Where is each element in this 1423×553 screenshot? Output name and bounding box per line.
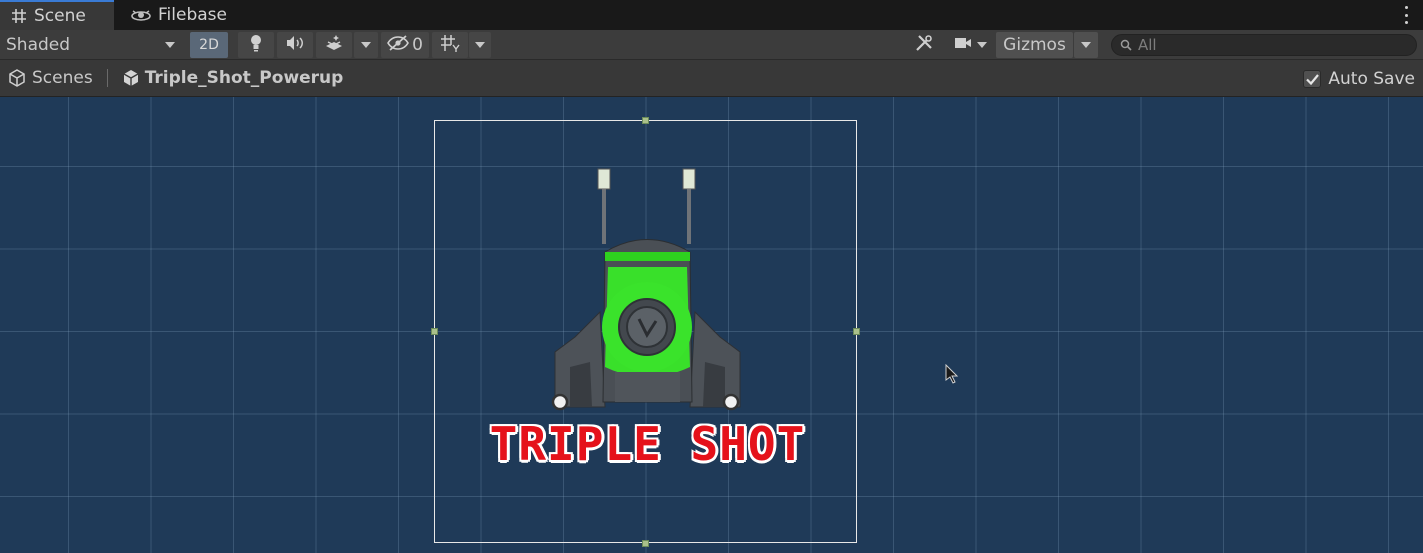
search-placeholder: All: [1138, 36, 1157, 54]
2d-mode-toggle[interactable]: 2D: [190, 32, 228, 58]
mouse-cursor-icon: [945, 364, 959, 384]
rect-handle-right[interactable]: [853, 328, 860, 335]
scene-visibility-toggle[interactable]: 0: [381, 32, 429, 58]
speaker-icon: [285, 35, 305, 56]
search-input[interactable]: All: [1111, 34, 1417, 56]
chevron-down-icon: [361, 42, 371, 48]
grid-icon: [10, 7, 28, 25]
chevron-down-icon: [1081, 42, 1091, 48]
scene-toolbar: Shaded 2D 0 Gizmos All: [0, 30, 1423, 60]
camera-icon: [954, 35, 972, 55]
more-options-icon[interactable]: [1403, 6, 1409, 24]
prefab-cube-icon: [122, 69, 140, 87]
tab-bar: Scene Filebase: [0, 0, 1423, 30]
camera-dropdown[interactable]: [947, 32, 993, 58]
breadcrumb-object[interactable]: Triple_Shot_Powerup: [122, 68, 344, 88]
filebase-icon: [130, 6, 152, 24]
rect-handle-bottom[interactable]: [642, 540, 649, 547]
breadcrumb-scenes-label: Scenes: [32, 68, 93, 88]
sprite-logo-text: TRIPLE SHOT: [489, 417, 806, 471]
audio-toggle[interactable]: [277, 32, 313, 58]
effects-icon: [324, 34, 344, 57]
unity-icon: [8, 69, 26, 87]
lighting-toggle[interactable]: [238, 32, 274, 58]
gizmos-toggle[interactable]: Gizmos: [996, 32, 1073, 58]
search-icon: [1120, 39, 1132, 51]
breadcrumb: Scenes Triple_Shot_Powerup Auto Save: [0, 60, 1423, 97]
chevron-down-icon: [165, 42, 175, 48]
gizmos-dropdown[interactable]: [1074, 32, 1098, 58]
tab-scene-label: Scene: [34, 6, 86, 26]
auto-save-label: Auto Save: [1328, 69, 1415, 89]
grid-snap-icon: [440, 34, 460, 57]
tools-button[interactable]: [906, 32, 942, 58]
effects-toggle[interactable]: [316, 32, 352, 58]
breadcrumb-object-label: Triple_Shot_Powerup: [144, 68, 344, 88]
auto-save-checkbox[interactable]: [1303, 70, 1322, 88]
grid-snap-dropdown[interactable]: [469, 32, 491, 58]
auto-save-toggle[interactable]: Auto Save: [1303, 69, 1415, 89]
tab-scene[interactable]: Scene: [0, 0, 114, 30]
breadcrumb-separator: [106, 69, 108, 87]
rect-handle-left[interactable]: [431, 328, 438, 335]
hidden-count: 0: [412, 35, 423, 55]
chevron-down-icon: [976, 42, 987, 48]
tools-icon: [915, 34, 933, 57]
effects-dropdown[interactable]: [354, 32, 378, 58]
draw-mode-dropdown[interactable]: Shaded: [0, 30, 183, 60]
chevron-down-icon: [475, 42, 485, 48]
hidden-eye-icon: [387, 34, 410, 56]
lightbulb-icon: [249, 34, 263, 57]
tab-filebase-label: Filebase: [158, 5, 227, 25]
checkmark-icon: [1306, 73, 1319, 85]
grid-snap-toggle[interactable]: [432, 32, 468, 58]
draw-mode-label: Shaded: [6, 35, 71, 55]
tab-filebase[interactable]: Filebase: [126, 0, 256, 30]
scene-viewport[interactable]: TRIPLE SHOT: [0, 97, 1423, 553]
rect-handle-top[interactable]: [642, 117, 649, 124]
breadcrumb-scenes[interactable]: Scenes: [8, 68, 93, 88]
